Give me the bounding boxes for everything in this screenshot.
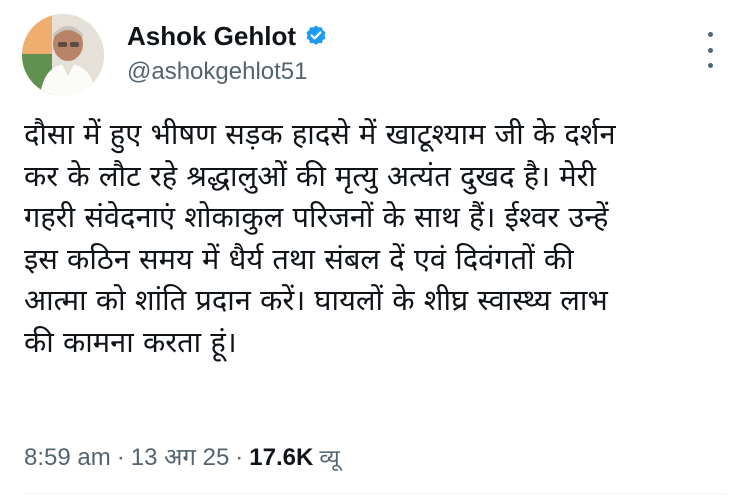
tweet-text-line: दौसा में हुए भीषण सड़क हादसे में खाटूश्य… (24, 117, 616, 151)
tweet-time[interactable]: 8:59 am (24, 444, 111, 472)
tweet-meta: 8:59 am · 13 अग 25 · 17.6K व्यू (24, 440, 340, 473)
author-display-name[interactable]: Ashok Gehlot (127, 21, 296, 52)
meta-separator: · (116, 444, 125, 471)
author-handle[interactable]: @ashokgehlot51 (127, 58, 308, 86)
tweet-text-line: आत्मा को शांति प्रदान करें। घायलों के शी… (24, 283, 608, 317)
views-count[interactable]: 17.6K (249, 444, 313, 472)
tweet-date[interactable]: 13 अग 25 (131, 440, 230, 473)
meta-separator: · (235, 444, 244, 471)
more-options-icon[interactable] (700, 32, 720, 68)
tweet-card: Ashok Gehlot @ashokgehlot51 दौसा में हुए… (0, 0, 750, 499)
avatar[interactable] (22, 14, 104, 96)
tweet-text-line: गहरी संवेदनाएं शोकाकुल परिजनों के साथ है… (24, 200, 609, 234)
divider (24, 493, 726, 494)
tweet-text: दौसा में हुए भीषण सड़क हादसे में खाटूश्य… (24, 114, 728, 363)
tweet-text-line: की कामना करता हूं। (24, 324, 237, 359)
avatar-photo (22, 14, 104, 96)
tweet-text-line: कर के लौट रहे श्रद्धालुओं की मृत्यु अत्य… (24, 158, 597, 193)
verified-badge-icon (304, 24, 328, 48)
tweet-text-line: इस कठिन समय में धैर्य तथा संबल दें एवं द… (24, 241, 574, 276)
author-name-row: Ashok Gehlot (127, 19, 328, 53)
views-label: व्यू (319, 446, 340, 471)
